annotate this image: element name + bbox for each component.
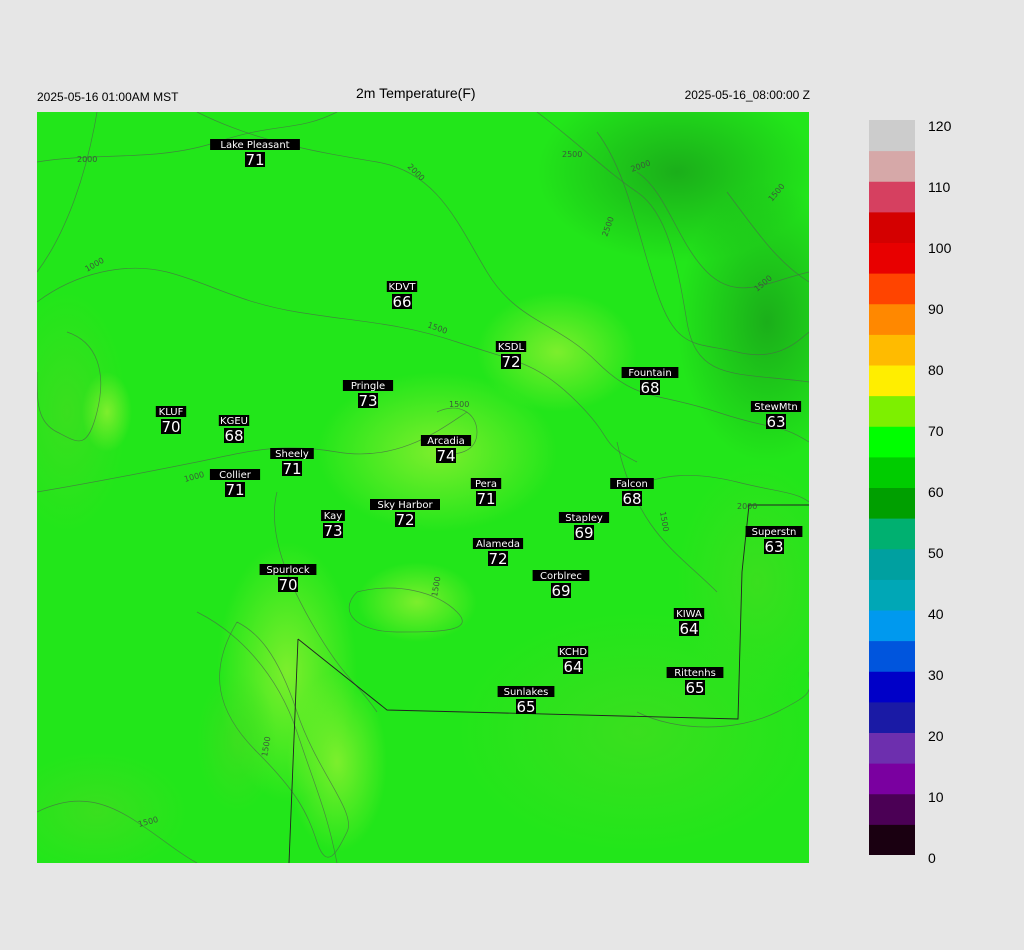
local-time-label: 2025-05-16 01:00AM MST	[37, 90, 179, 104]
station-value: 73	[323, 522, 342, 540]
station-name: Arcadia	[427, 436, 465, 447]
station-value: 73	[358, 392, 377, 410]
colorbar-segment	[869, 120, 915, 152]
contour-label: 2000	[77, 155, 97, 164]
station-name: Stapley	[565, 513, 603, 524]
station-value: 64	[679, 620, 698, 638]
station-name: KSDL	[498, 342, 525, 353]
station-name: Collier	[219, 470, 252, 481]
station-name: KLUF	[159, 407, 184, 418]
colorbar-segment	[869, 395, 915, 427]
station-name: Kay	[324, 511, 343, 522]
colorbar-segment	[869, 793, 915, 825]
utc-time-label: 2025-05-16_08:00:00 Z	[684, 88, 810, 102]
station-kay[interactable]: Kay73	[321, 510, 345, 540]
colorbar-segment	[869, 640, 915, 672]
colorbar-tick-label: 0	[928, 850, 936, 866]
station-name: Pera	[475, 479, 497, 490]
colorbar-tick-label: 30	[928, 667, 944, 683]
station-value: 74	[436, 447, 455, 465]
colorbar-tick-label: 50	[928, 545, 944, 561]
station-name: Alameda	[476, 539, 520, 550]
colorbar-segment	[869, 548, 915, 580]
colorbar-tick-label: 20	[928, 728, 944, 744]
station-name: Fountain	[628, 368, 671, 379]
station-name: Falcon	[616, 479, 648, 490]
colorbar-segment	[869, 610, 915, 642]
colorbar-segment	[869, 487, 915, 519]
station-value: 71	[225, 481, 244, 499]
contour-label: 2000	[737, 502, 757, 511]
colorbar-segment	[869, 456, 915, 488]
colorbar-tick-label: 40	[928, 606, 944, 622]
station-value: 65	[516, 698, 535, 716]
temperature-colorbar	[869, 120, 915, 856]
station-name: KCHD	[559, 647, 588, 658]
colorbar-tick-label: 110	[928, 179, 951, 195]
colorbar-segment	[869, 334, 915, 366]
station-value: 63	[764, 538, 783, 556]
station-name: Superstn	[752, 527, 797, 538]
station-value: 68	[622, 490, 641, 508]
station-value: 63	[766, 413, 785, 431]
colorbar-segment	[869, 426, 915, 458]
temperature-map[interactable]: 2000 2000 2500 2000 2500 1500 1500 1500 1000 1000…	[37, 112, 809, 863]
station-value: 72	[488, 550, 507, 568]
station-value: 70	[161, 418, 180, 436]
station-name: Pringle	[351, 381, 385, 392]
station-value: 71	[476, 490, 495, 508]
station-value: 68	[640, 379, 659, 397]
station-value: 72	[501, 353, 520, 371]
station-name: Sunlakes	[504, 687, 549, 698]
colorbar-tick-label: 100	[928, 240, 952, 256]
colorbar-segment	[869, 763, 915, 795]
station-name: KDVT	[388, 282, 416, 293]
colorbar-segment	[869, 701, 915, 733]
colorbar-segment	[869, 579, 915, 611]
station-value: 70	[278, 576, 297, 594]
station-value: 72	[395, 511, 414, 529]
colorbar-segment	[869, 150, 915, 182]
colorbar-tick-label: 60	[928, 484, 944, 500]
station-name: Spurlock	[266, 565, 310, 576]
station-name: KGEU	[220, 416, 248, 427]
station-value: 71	[245, 151, 264, 169]
station-name: Sky Harbor	[377, 500, 433, 511]
colorbar-segment	[869, 242, 915, 274]
station-value: 71	[282, 460, 301, 478]
station-name: Lake Pleasant	[220, 140, 289, 151]
station-value: 64	[563, 658, 582, 676]
colorbar-segment	[869, 824, 915, 856]
station-value: 68	[224, 427, 243, 445]
colorbar-segment	[869, 732, 915, 764]
colorbar-segment	[869, 671, 915, 703]
station-value: 69	[574, 524, 593, 542]
colorbar-segment	[869, 365, 915, 397]
contour-label: 1500	[449, 400, 469, 409]
station-name: KIWA	[676, 609, 702, 620]
colorbar-tick-label: 90	[928, 301, 944, 317]
colorbar-tick-label: 80	[928, 362, 944, 378]
station-value: 69	[551, 582, 570, 600]
colorbar-segment	[869, 303, 915, 335]
station-name: StewMtn	[754, 402, 798, 413]
station-name: Corblrec	[540, 571, 582, 582]
colorbar-segment	[869, 181, 915, 213]
contour-label: 2500	[562, 150, 582, 159]
colorbar-segment	[869, 211, 915, 243]
colorbar-segment	[869, 273, 915, 305]
station-name: Rittenhs	[674, 668, 716, 679]
colorbar-segment	[869, 518, 915, 550]
station-value: 66	[392, 293, 411, 311]
colorbar-tick-label: 70	[928, 423, 944, 439]
station-name: Sheely	[275, 449, 309, 460]
colorbar-tick-label: 10	[928, 789, 944, 805]
colorbar-tick-label: 120	[928, 118, 952, 134]
map-title: 2m Temperature(F)	[356, 85, 476, 101]
station-value: 65	[685, 679, 704, 697]
